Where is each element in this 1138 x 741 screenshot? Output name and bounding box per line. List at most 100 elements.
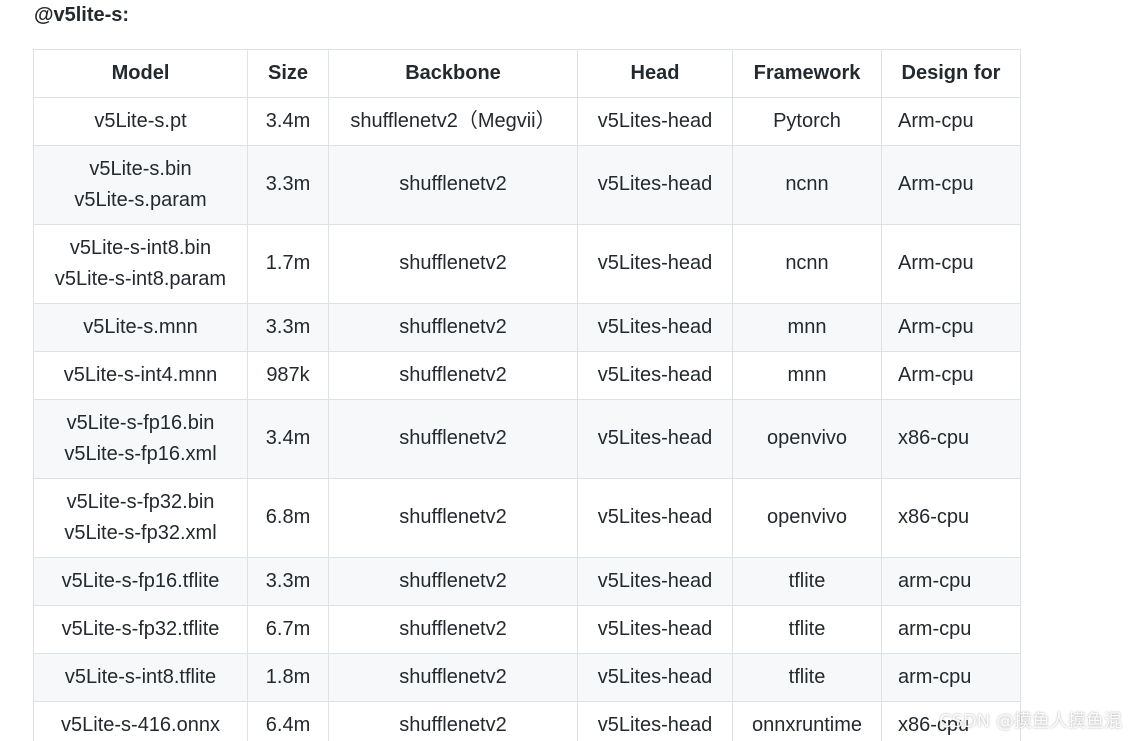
cell-design-for: Arm-cpu xyxy=(881,145,1021,225)
model-filename: v5Lite-s-fp32.bin xyxy=(66,490,215,513)
cell-backbone: shufflenetv2 xyxy=(328,399,578,479)
cell-size: 3.4m xyxy=(247,399,329,479)
table-row: v5Lite-s-416.onnx 6.4m shufflenetv2 v5Lites… xyxy=(33,701,1021,741)
model-filename: v5Lite-s-fp16.bin xyxy=(66,411,215,434)
cell-backbone: shufflenetv2 xyxy=(328,145,578,225)
cell-size: 1.7m xyxy=(247,224,329,304)
cell-model: v5Lite-s-fp16.bin v5Lite-s-fp16.xml xyxy=(33,399,248,479)
cell-model: v5Lite-s-fp16.tflite xyxy=(33,557,248,606)
cell-size: 3.3m xyxy=(247,557,329,606)
cell-backbone: shufflenetv2 xyxy=(328,224,578,304)
cell-backbone: shufflenetv2 xyxy=(328,303,578,352)
cell-head: v5Lites-head xyxy=(577,605,733,654)
model-filename: v5Lite-s.pt xyxy=(94,109,187,132)
table-row: v5Lite-s.pt 3.4m shufflenetv2（Megvii） v5Lit… xyxy=(33,97,1021,146)
cell-head: v5Lites-head xyxy=(577,303,733,352)
cell-head: v5Lites-head xyxy=(577,653,733,702)
cell-framework: ncnn xyxy=(732,145,882,225)
cell-design-for: arm-cpu xyxy=(881,653,1021,702)
cell-model: v5Lite-s-int8.tflite xyxy=(33,653,248,702)
cell-design-for: Arm-cpu xyxy=(881,97,1021,146)
model-filename: v5Lite-s-fp32.xml xyxy=(64,522,217,544)
cell-model: v5Lite-s.mnn xyxy=(33,303,248,352)
column-header-backbone: Backbone xyxy=(328,49,578,98)
cell-framework: tflite xyxy=(732,605,882,654)
table-row: v5Lite-s-fp16.bin v5Lite-s-fp16.xml 3.4m sh… xyxy=(33,399,1021,479)
column-header-head: Head xyxy=(577,49,733,98)
cell-framework: Pytorch xyxy=(732,97,882,146)
column-header-size: Size xyxy=(247,49,329,98)
model-filename: v5Lite-s-fp32.tflite xyxy=(61,617,220,640)
cell-backbone: shufflenetv2（Megvii） xyxy=(328,97,578,146)
cell-model: v5Lite-s-int4.mnn xyxy=(33,351,248,400)
cell-size: 987k xyxy=(247,351,329,400)
cell-backbone: shufflenetv2 xyxy=(328,478,578,558)
cell-head: v5Lites-head xyxy=(577,701,733,741)
cell-head: v5Lites-head xyxy=(577,557,733,606)
model-filename: v5Lite-s-int8.bin xyxy=(69,236,212,259)
model-filename: v5Lite-s-416.onnx xyxy=(61,713,220,736)
cell-head: v5Lites-head xyxy=(577,351,733,400)
cell-framework: openvivo xyxy=(732,399,882,479)
section-heading: @v5lite-s: xyxy=(34,4,130,26)
cell-framework: tflite xyxy=(732,653,882,702)
table-row: v5Lite-s-int8.tflite 1.8m shufflenetv2 v5Li… xyxy=(33,653,1021,702)
cell-design-for: x86-cpu xyxy=(881,478,1021,558)
cell-framework: mnn xyxy=(732,303,882,352)
model-filename: v5Lite-s-int4.mnn xyxy=(63,363,218,386)
cell-backbone: shufflenetv2 xyxy=(328,701,578,741)
cell-model: v5Lite-s.bin v5Lite-s.param xyxy=(33,145,248,225)
cell-size: 6.8m xyxy=(247,478,329,558)
cell-framework: ncnn xyxy=(732,224,882,304)
table-row: v5Lite-s-int8.bin v5Lite-s-int8.param 1.7m… xyxy=(33,224,1021,304)
cell-design-for: Arm-cpu xyxy=(881,351,1021,400)
model-filename: v5Lite-s-int8.param xyxy=(54,268,227,290)
cell-backbone: shufflenetv2 xyxy=(328,653,578,702)
cell-backbone: shufflenetv2 xyxy=(328,351,578,400)
cell-size: 6.4m xyxy=(247,701,329,741)
watermark: CSDN @摸鱼人摸鱼混 xyxy=(938,711,1122,732)
cell-size: 1.8m xyxy=(247,653,329,702)
cell-design-for: Arm-cpu xyxy=(881,303,1021,352)
cell-backbone: shufflenetv2 xyxy=(328,557,578,606)
cell-design-for: x86-cpu xyxy=(881,399,1021,479)
cell-head: v5Lites-head xyxy=(577,145,733,225)
cell-size: 3.3m xyxy=(247,145,329,225)
table-row: v5Lite-s-fp32.bin v5Lite-s-fp32.xml 6.8m sh… xyxy=(33,478,1021,558)
cell-size: 6.7m xyxy=(247,605,329,654)
model-filename: v5Lite-s-fp16.tflite xyxy=(61,569,220,592)
column-header-framework: Framework xyxy=(732,49,882,98)
cell-backbone: shufflenetv2 xyxy=(328,605,578,654)
model-filename: v5Lite-s-int8.tflite xyxy=(64,665,217,688)
cell-size: 3.3m xyxy=(247,303,329,352)
model-filename: v5Lite-s.bin xyxy=(89,157,192,180)
cell-model: v5Lite-s-int8.bin v5Lite-s-int8.param xyxy=(33,224,248,304)
cell-framework: onnxruntime xyxy=(732,701,882,741)
cell-head: v5Lites-head xyxy=(577,97,733,146)
table-row: v5Lite-s-int4.mnn 987k shufflenetv2 v5Lites… xyxy=(33,351,1021,400)
column-header-design-for: Design for xyxy=(881,49,1021,98)
table-header-row: Model Size Backbone Head Framework Desig… xyxy=(33,49,1021,98)
cell-design-for: arm-cpu xyxy=(881,557,1021,606)
table-row: v5Lite-s-fp16.tflite 3.3m shufflenetv2 v5Li… xyxy=(33,557,1021,606)
cell-size: 3.4m xyxy=(247,97,329,146)
model-filename: v5Lite-s-fp16.xml xyxy=(64,443,217,465)
model-filename: v5Lite-s.mnn xyxy=(83,315,198,338)
cell-head: v5Lites-head xyxy=(577,224,733,304)
cell-framework: openvivo xyxy=(732,478,882,558)
table-row: v5Lite-s-fp32.tflite 6.7m shufflenetv2 v5Li… xyxy=(33,605,1021,654)
cell-model: v5Lite-s-fp32.tflite xyxy=(33,605,248,654)
cell-design-for: arm-cpu xyxy=(881,605,1021,654)
cell-framework: mnn xyxy=(732,351,882,400)
cell-model: v5Lite-s.pt xyxy=(33,97,248,146)
cell-head: v5Lites-head xyxy=(577,399,733,479)
cell-design-for: Arm-cpu xyxy=(881,224,1021,304)
model-table: Model Size Backbone Head Framework Desig… xyxy=(33,49,1021,741)
cell-head: v5Lites-head xyxy=(577,478,733,558)
table-row: v5Lite-s.bin v5Lite-s.param 3.3m shufflenet… xyxy=(33,145,1021,225)
column-header-model: Model xyxy=(33,49,248,98)
cell-framework: tflite xyxy=(732,557,882,606)
cell-model: v5Lite-s-416.onnx xyxy=(33,701,248,741)
cell-model: v5Lite-s-fp32.bin v5Lite-s-fp32.xml xyxy=(33,478,248,558)
table-row: v5Lite-s.mnn 3.3m shufflenetv2 v5Lites-head… xyxy=(33,303,1021,352)
